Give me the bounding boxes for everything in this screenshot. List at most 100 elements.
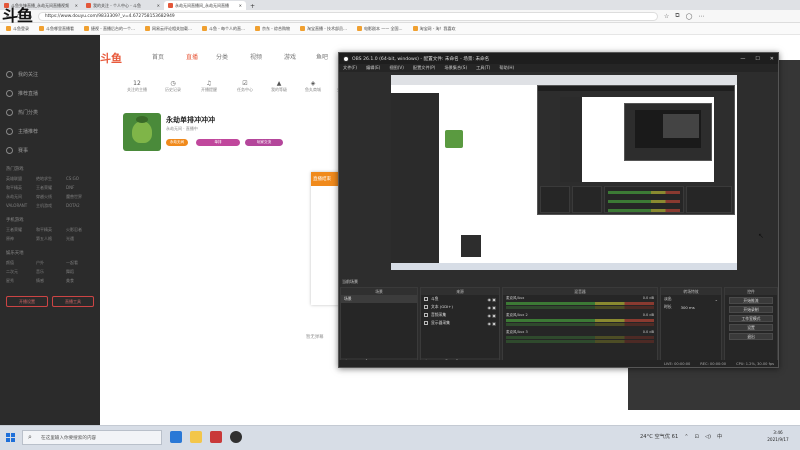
sidebar-item-anchors[interactable]: 主播推荐 [0, 122, 100, 141]
menu-scene-collection[interactable]: 场景集合(S) [444, 65, 467, 71]
bookmark-item[interactable]: 电影剧本 —— 全国… [357, 26, 403, 32]
tag-badge[interactable]: 永劫无间 [166, 139, 188, 146]
game-link[interactable]: VALORANT [6, 203, 34, 209]
close-tab-icon[interactable]: ✕ [239, 3, 242, 8]
bookmark-item[interactable]: 斗鱼哪里直播看 [39, 26, 74, 32]
maximize-icon[interactable]: ☐ [755, 56, 759, 62]
network-icon[interactable]: ⊡ [695, 434, 699, 440]
new-tab-icon[interactable]: + [246, 3, 259, 10]
game-link[interactable]: 绝地求生 [36, 176, 64, 182]
nav-games[interactable]: 游戏 [284, 52, 296, 61]
menu-edit[interactable]: 编辑(E) [366, 65, 380, 71]
game-link[interactable]: DOTA2 [66, 203, 94, 209]
source-item[interactable]: 音频采集 ◉ ▣ [421, 311, 499, 319]
stat-reminder[interactable]: ♫ 开播提醒 [198, 80, 220, 93]
start-streaming-button[interactable]: 开始推流 [729, 297, 773, 304]
visibility-icon[interactable]: ◉ ▣ [487, 313, 496, 318]
visibility-icon[interactable]: ◉ ▣ [487, 297, 496, 302]
game-link[interactable]: 主机游戏 [36, 203, 64, 209]
bookmark-item[interactable]: 斗鱼登录 [6, 26, 29, 32]
browser-tab-3[interactable]: 永劫无间直播间_永劫无间直播 ✕ [164, 1, 246, 10]
game-link[interactable]: 星秀 [6, 278, 34, 284]
nav-home[interactable]: 首页 [152, 52, 164, 61]
weather-widget[interactable]: 24°C 空气优 61 [640, 433, 678, 440]
game-link[interactable]: 户外 [36, 260, 64, 266]
game-link[interactable]: 颜值 [6, 260, 34, 266]
more-icon[interactable]: ⋯ [698, 13, 704, 20]
stat-history[interactable]: ◷ 历史记录 [162, 80, 184, 93]
tag-badge[interactable]: 玩家交流 [245, 139, 283, 146]
volume-icon[interactable]: ◁) [705, 434, 711, 440]
transition-select[interactable]: 淡出 ⌄ [661, 295, 721, 303]
transition-duration[interactable]: 时长 300 ms [661, 303, 721, 311]
game-link[interactable]: 永劫无间 [6, 194, 34, 200]
menu-view[interactable]: 视图(V) [389, 65, 404, 71]
profile-icon[interactable]: ◯ [686, 13, 693, 20]
game-link[interactable]: 火影忍者 [66, 227, 94, 233]
menu-help[interactable]: 帮助(H) [499, 65, 514, 71]
game-link[interactable]: 和平精英 [36, 227, 64, 233]
browser-tab-2[interactable]: 我的关注 - 个人中心 - 斗鱼 ✕ [82, 1, 164, 10]
chevron-up-icon[interactable]: ⌃ [684, 434, 688, 440]
game-link[interactable]: 魔兽世界 [66, 194, 94, 200]
stat-level[interactable]: ▲ 我的等级 [268, 80, 290, 93]
sidebar-item-categories[interactable]: 热门分类 [0, 103, 100, 122]
bookmark-item[interactable]: 淘宝直播 - 技术部员… [300, 26, 347, 32]
file-explorer-icon[interactable] [190, 431, 202, 443]
minimize-icon[interactable]: — [740, 56, 745, 62]
game-link[interactable]: 二次元 [6, 269, 34, 275]
stat-shop[interactable]: ◈ 鱼丸商城 [302, 80, 324, 93]
nav-categories[interactable]: 分类 [216, 52, 228, 61]
game-link[interactable]: 穿越火线 [36, 194, 64, 200]
volume-slider[interactable] [506, 340, 654, 343]
taskbar-search-input[interactable]: ⌕ 在这里输入你要搜索的内容 [22, 430, 162, 445]
collections-icon[interactable]: ⧉ [675, 12, 679, 20]
game-link[interactable]: 王者荣耀 [36, 185, 64, 191]
volume-slider[interactable] [506, 323, 654, 326]
sidebar-item-following[interactable]: 我的关注 [0, 65, 100, 84]
streamer-avatar[interactable] [123, 113, 161, 151]
broadcast-settings-button[interactable]: 开播设置 [6, 296, 48, 307]
video-player[interactable] [120, 155, 330, 340]
live-tools-button[interactable]: 直播工具 [52, 296, 94, 307]
tag-badge[interactable]: 单排 [196, 139, 240, 146]
scene-item[interactable]: 场景 [341, 295, 417, 303]
game-link[interactable]: 音乐 [36, 269, 64, 275]
menu-tools[interactable]: 工具(T) [476, 65, 490, 71]
game-link[interactable]: 一起看 [66, 260, 94, 266]
obs-preview-canvas[interactable] [391, 75, 737, 270]
close-tab-icon[interactable]: ✕ [157, 3, 160, 8]
source-item[interactable]: 文本 (GDI+) ◉ ▣ [421, 303, 499, 311]
settings-button[interactable]: 设置 [729, 324, 773, 331]
stat-following[interactable]: 12 关注的主播 [126, 80, 148, 93]
nav-yuba[interactable]: 鱼吧 [316, 52, 328, 61]
bookmark-item[interactable]: 网易云评论相关加载… [145, 26, 192, 32]
game-link[interactable]: 原神 [6, 236, 34, 242]
visibility-icon[interactable]: ◉ ▣ [487, 321, 496, 326]
exit-button[interactable]: 退出 [729, 333, 773, 340]
bookmark-item[interactable]: 淘宝网 - 淘！我喜欢 [412, 26, 456, 32]
bookmark-item[interactable]: 京东 - 综合购物 [255, 26, 290, 32]
start-recording-button[interactable]: 开始录制 [729, 306, 773, 313]
studio-mode-button[interactable]: 工作室模式 [729, 315, 773, 322]
game-link[interactable]: DNF [66, 185, 94, 191]
source-item[interactable]: 斗鱼 ◉ ▣ [421, 295, 499, 303]
game-link[interactable]: 美食 [66, 278, 94, 284]
bookmark-item[interactable]: 捷视 - 直播后台的一个… [84, 26, 135, 32]
sidebar-item-recommend[interactable]: 推荐直播 [0, 84, 100, 103]
game-link[interactable]: 王者荣耀 [6, 227, 34, 233]
source-item[interactable]: 显示器采集 ◉ ▣ [421, 319, 499, 327]
game-link[interactable]: 第五人格 [36, 236, 64, 242]
volume-slider[interactable] [506, 306, 654, 309]
game-link[interactable]: 光遇 [66, 236, 94, 242]
game-link[interactable]: 英雄联盟 [6, 176, 34, 182]
obs-taskbar-icon[interactable] [230, 431, 242, 443]
game-link[interactable]: 舞蹈 [66, 269, 94, 275]
taskbar-clock[interactable]: 3:46 2021/9/17 [760, 429, 796, 443]
menu-file[interactable]: 文件(F) [343, 65, 357, 71]
douyu-logo[interactable]: 斗鱼 [100, 50, 122, 66]
url-input[interactable]: https://www.douyu.com/9833309?_v=4.67275… [37, 11, 658, 21]
windows-start-icon[interactable] [6, 433, 15, 442]
visibility-icon[interactable]: ◉ ▣ [487, 305, 496, 310]
close-icon[interactable]: ✕ [770, 56, 774, 62]
